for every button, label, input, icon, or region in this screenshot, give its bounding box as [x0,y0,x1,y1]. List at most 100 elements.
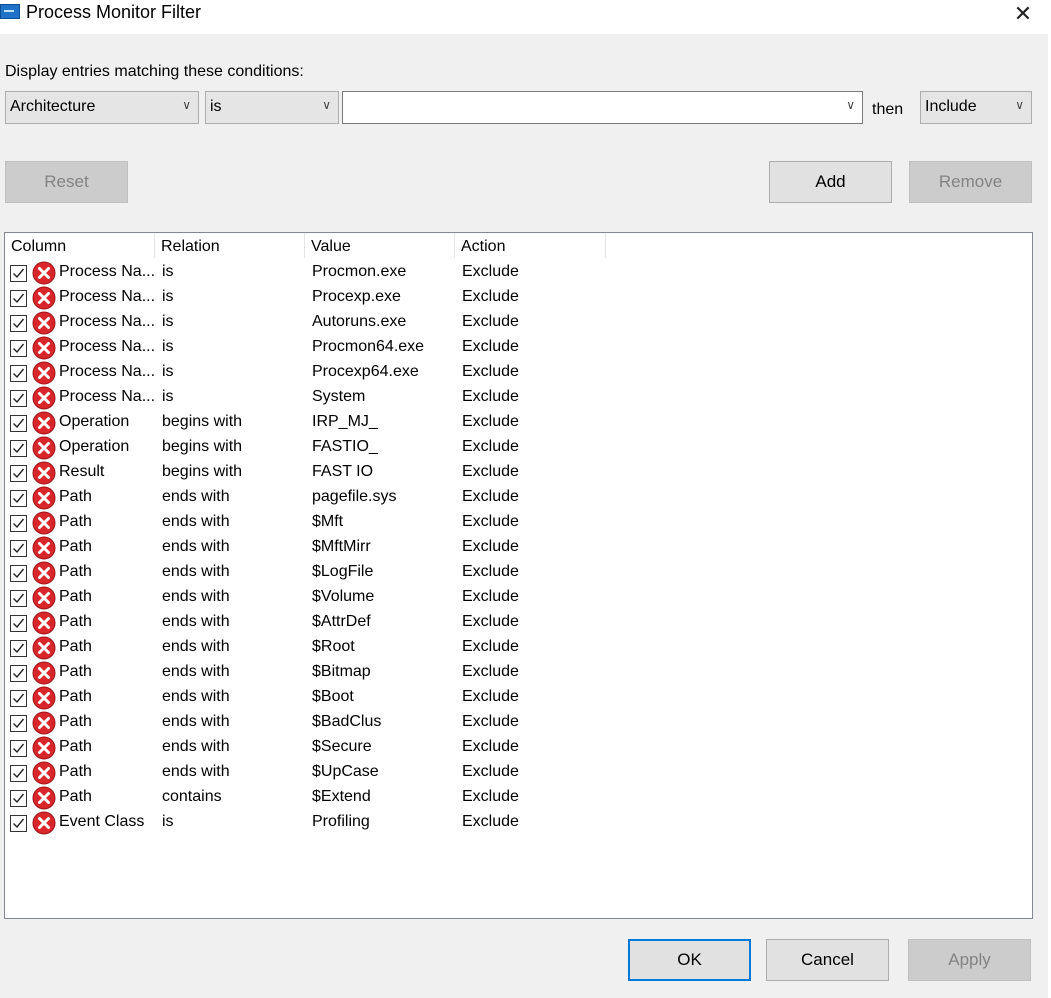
cell-relation: is [162,338,174,355]
cell-action: Exclude [462,788,519,805]
filter-list[interactable]: Column Relation Value Action Process Na.… [4,232,1033,919]
row-checkbox[interactable] [10,615,27,632]
cell-column: Operation [59,438,130,455]
exclude-x-icon [32,486,56,510]
close-button[interactable]: ✕ [1005,1,1041,29]
cell-relation: ends with [162,538,230,555]
cell-action: Exclude [462,538,519,555]
column-header-value[interactable]: Value [305,233,455,258]
action-select[interactable]: Include ∨ [920,91,1032,124]
cell-value: $AttrDef [312,613,371,630]
exclude-x-icon [32,686,56,710]
table-row[interactable]: Event Class is Profiling Exclude [5,810,1032,835]
chevron-down-icon: ∨ [1015,98,1024,112]
table-row[interactable]: Path ends with $MftMirr Exclude [5,535,1032,560]
checkmark-icon [13,468,25,479]
row-checkbox[interactable] [10,390,27,407]
table-row[interactable]: Process Na... is Procexp64.exe Exclude [5,360,1032,385]
table-row[interactable]: Path ends with pagefile.sys Exclude [5,485,1032,510]
checkmark-icon [13,268,25,279]
cell-column: Path [59,488,92,505]
cell-column: Path [59,538,92,555]
cell-action: Exclude [462,363,519,380]
row-checkbox[interactable] [10,490,27,507]
row-checkbox[interactable] [10,590,27,607]
ok-button[interactable]: OK [628,939,751,981]
chevron-down-icon[interactable]: ∨ [846,98,855,112]
column-select[interactable]: Architecture ∨ [5,91,199,124]
table-row[interactable]: Process Na... is Autoruns.exe Exclude [5,310,1032,335]
cell-column: Path [59,613,92,630]
row-checkbox[interactable] [10,440,27,457]
row-checkbox[interactable] [10,640,27,657]
relation-select[interactable]: is ∨ [205,91,339,124]
row-checkbox[interactable] [10,465,27,482]
row-checkbox[interactable] [10,740,27,757]
row-checkbox[interactable] [10,815,27,832]
exclude-x-icon [32,586,56,610]
exclude-x-icon [32,711,56,735]
cell-action: Exclude [462,463,519,480]
add-button[interactable]: Add [769,161,892,203]
table-row[interactable]: Operation begins with FASTIO_ Exclude [5,435,1032,460]
table-row[interactable]: Operation begins with IRP_MJ_ Exclude [5,410,1032,435]
column-header-column[interactable]: Column [5,233,155,258]
table-row[interactable]: Path ends with $LogFile Exclude [5,560,1032,585]
table-row[interactable]: Process Na... is Procmon.exe Exclude [5,260,1032,285]
cell-action: Exclude [462,263,519,280]
table-row[interactable]: Process Na... is Procexp.exe Exclude [5,285,1032,310]
cell-value: $Mft [312,513,344,530]
table-row[interactable]: Result begins with FAST IO Exclude [5,460,1032,485]
table-row[interactable]: Path ends with $Bitmap Exclude [5,660,1032,685]
row-checkbox[interactable] [10,565,27,582]
exclude-x-icon [32,636,56,660]
exclude-x-icon [32,286,56,310]
cell-action: Exclude [462,663,519,680]
table-row[interactable]: Path ends with $Volume Exclude [5,585,1032,610]
row-checkbox[interactable] [10,365,27,382]
row-checkbox[interactable] [10,690,27,707]
row-checkbox[interactable] [10,540,27,557]
column-header-action[interactable]: Action [455,233,606,258]
row-checkbox[interactable] [10,765,27,782]
checkmark-icon [13,543,25,554]
checkmark-icon [13,793,25,804]
cell-value: $Extend [312,788,371,805]
row-checkbox[interactable] [10,290,27,307]
table-row[interactable]: Path ends with $UpCase Exclude [5,760,1032,785]
value-combobox[interactable]: ∨ [342,91,863,124]
reset-button[interactable]: Reset [5,161,128,203]
cell-column: Path [59,513,92,530]
apply-button[interactable]: Apply [908,939,1031,981]
cell-relation: ends with [162,763,230,780]
then-label: then [872,101,904,118]
remove-button[interactable]: Remove [909,161,1032,203]
column-header-relation[interactable]: Relation [155,233,305,258]
table-row[interactable]: Path ends with $Root Exclude [5,635,1032,660]
table-row[interactable]: Path ends with $AttrDef Exclude [5,610,1032,635]
row-checkbox[interactable] [10,315,27,332]
table-row[interactable]: Path ends with $Boot Exclude [5,685,1032,710]
cancel-button[interactable]: Cancel [766,939,889,981]
cell-value: $MftMirr [312,538,371,555]
row-checkbox[interactable] [10,715,27,732]
exclude-x-icon [32,786,56,810]
checkmark-icon [13,443,25,454]
row-checkbox[interactable] [10,265,27,282]
row-checkbox[interactable] [10,415,27,432]
exclude-x-icon [32,511,56,535]
row-checkbox[interactable] [10,340,27,357]
cell-action: Exclude [462,488,519,505]
exclude-x-icon [32,811,56,835]
row-checkbox[interactable] [10,665,27,682]
row-checkbox[interactable] [10,790,27,807]
table-row[interactable]: Path ends with $Mft Exclude [5,510,1032,535]
table-row[interactable]: Path contains $Extend Exclude [5,785,1032,810]
table-row[interactable]: Process Na... is System Exclude [5,385,1032,410]
cell-action: Exclude [462,613,519,630]
row-checkbox[interactable] [10,515,27,532]
cell-relation: begins with [162,463,243,480]
table-row[interactable]: Path ends with $BadClus Exclude [5,710,1032,735]
table-row[interactable]: Process Na... is Procmon64.exe Exclude [5,335,1032,360]
table-row[interactable]: Path ends with $Secure Exclude [5,735,1032,760]
